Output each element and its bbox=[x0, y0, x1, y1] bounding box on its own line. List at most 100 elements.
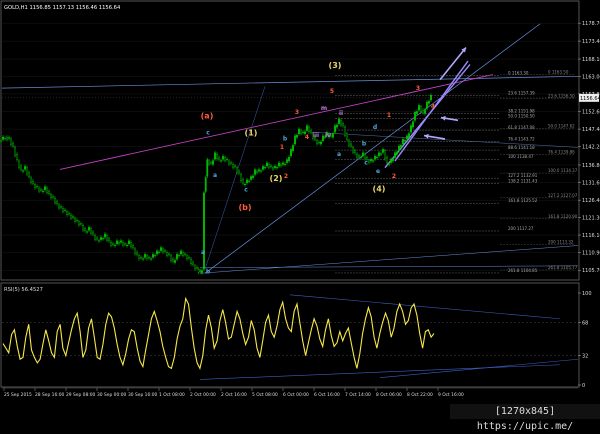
rsi-title: RSI(5) 56.4527 bbox=[4, 287, 43, 293]
wave-label: iv bbox=[325, 132, 331, 139]
candle-body bbox=[404, 140, 406, 142]
candle-body bbox=[264, 167, 266, 169]
candle-body bbox=[44, 186, 46, 190]
wave-label: c bbox=[244, 186, 248, 193]
time-tick-label: 30 Sep 16:00 bbox=[128, 392, 158, 398]
candle-body bbox=[22, 170, 24, 172]
candle-body bbox=[290, 149, 292, 157]
candle-body bbox=[242, 179, 244, 184]
candle-body bbox=[226, 159, 228, 161]
wave-label: 1 bbox=[387, 112, 391, 119]
candle-body bbox=[90, 228, 92, 234]
wave-label: 4 bbox=[305, 134, 309, 141]
candle-body bbox=[288, 156, 290, 162]
wave-label: (a) bbox=[201, 112, 214, 121]
candle-body bbox=[76, 219, 78, 221]
fib-level-label: 0 1163.50 bbox=[548, 70, 569, 75]
candle-body bbox=[316, 140, 318, 144]
candle-body bbox=[210, 162, 212, 164]
candle-body bbox=[52, 196, 54, 198]
time-tick-label: 8 Oct 22:00 bbox=[407, 392, 433, 398]
candle-body bbox=[104, 233, 106, 238]
wave-label: b bbox=[283, 136, 288, 143]
candle-body bbox=[62, 208, 64, 212]
candle-body bbox=[298, 128, 300, 135]
candle-body bbox=[212, 160, 214, 165]
candle-body bbox=[58, 204, 60, 209]
candle-body bbox=[382, 149, 384, 153]
candle-body bbox=[100, 237, 102, 240]
candle-body bbox=[256, 170, 258, 173]
time-tick-label: 9 Oct 16:00 bbox=[438, 392, 464, 398]
symbol-header: GOLD,H1 1156.85 1157.13 1156.46 1156.64 bbox=[4, 5, 121, 11]
candle-body bbox=[206, 159, 209, 177]
candle-body bbox=[348, 140, 350, 146]
candle-body bbox=[146, 255, 148, 259]
candle-body bbox=[234, 165, 236, 167]
candle-body bbox=[120, 240, 122, 243]
candle-body bbox=[352, 147, 354, 153]
candle-body bbox=[342, 123, 344, 126]
price-tick-label: 1126.40 bbox=[582, 198, 600, 204]
candle-body bbox=[194, 265, 196, 270]
candle-body bbox=[40, 189, 42, 191]
candle-body bbox=[152, 254, 154, 258]
candle-body bbox=[268, 164, 270, 168]
candle-body bbox=[112, 243, 114, 245]
candle-body bbox=[184, 253, 186, 255]
candle-body bbox=[422, 109, 424, 113]
fib-level-label: 261.8 1104.85 bbox=[508, 268, 538, 273]
candle-body bbox=[128, 240, 130, 245]
candle-body bbox=[318, 142, 320, 144]
candle-body bbox=[400, 145, 402, 148]
candle-body bbox=[204, 177, 207, 192]
candle-body bbox=[32, 181, 34, 184]
rsi-tick-label: 0 bbox=[582, 383, 585, 389]
candle-body bbox=[372, 160, 374, 162]
time-tick-label: 2 Oct 00:00 bbox=[190, 392, 216, 398]
candle-body bbox=[414, 111, 416, 121]
fib-level-label: 76.4 1143.72 bbox=[508, 137, 535, 142]
wave-label: 2 bbox=[284, 173, 288, 180]
time-tick-label: 25 Sep 2015 bbox=[4, 392, 32, 398]
candle-body bbox=[364, 153, 366, 160]
fib-level-label: 50.0 1147.62 bbox=[548, 123, 575, 128]
candle-body bbox=[30, 177, 32, 183]
candle-body bbox=[144, 254, 146, 258]
candle-body bbox=[72, 216, 74, 218]
candle-body bbox=[160, 247, 162, 251]
candle-body bbox=[262, 166, 264, 170]
wave-label: 5 bbox=[330, 88, 334, 95]
candle-body bbox=[142, 258, 144, 260]
fib-level-label: 23.6 1156.50 bbox=[548, 93, 575, 98]
wave-label: (4) bbox=[373, 184, 386, 193]
wave-label: a bbox=[337, 151, 341, 158]
candle-body bbox=[266, 162, 268, 167]
wave-label: m bbox=[321, 105, 327, 112]
candle-body bbox=[270, 165, 272, 167]
candle-body bbox=[238, 170, 240, 174]
candle-body bbox=[392, 158, 394, 162]
time-tick-label: 6 Oct 00:00 bbox=[283, 392, 309, 398]
candle-body bbox=[214, 152, 216, 160]
candle-body bbox=[68, 213, 70, 215]
candle-body bbox=[24, 166, 26, 170]
candle-body bbox=[130, 241, 132, 248]
wave-label: (2) bbox=[270, 174, 283, 183]
candle-body bbox=[380, 153, 382, 155]
candle-body bbox=[208, 160, 210, 165]
candle-body bbox=[320, 141, 322, 145]
candle-body bbox=[278, 162, 280, 167]
candle-body bbox=[116, 240, 118, 245]
candle-body bbox=[322, 135, 324, 141]
candle-body bbox=[332, 133, 334, 138]
fib-level-label: 61.8 1147.08 bbox=[508, 125, 535, 130]
candle-body bbox=[368, 160, 370, 163]
candle-body bbox=[296, 134, 298, 138]
price-tick-label: 1121.30 bbox=[582, 215, 600, 221]
candle-body bbox=[398, 145, 400, 151]
candle-body bbox=[362, 152, 364, 157]
candle-body bbox=[180, 250, 182, 255]
candle-body bbox=[50, 194, 52, 199]
fib-level-label: 76.4 1139.86 bbox=[548, 149, 575, 154]
